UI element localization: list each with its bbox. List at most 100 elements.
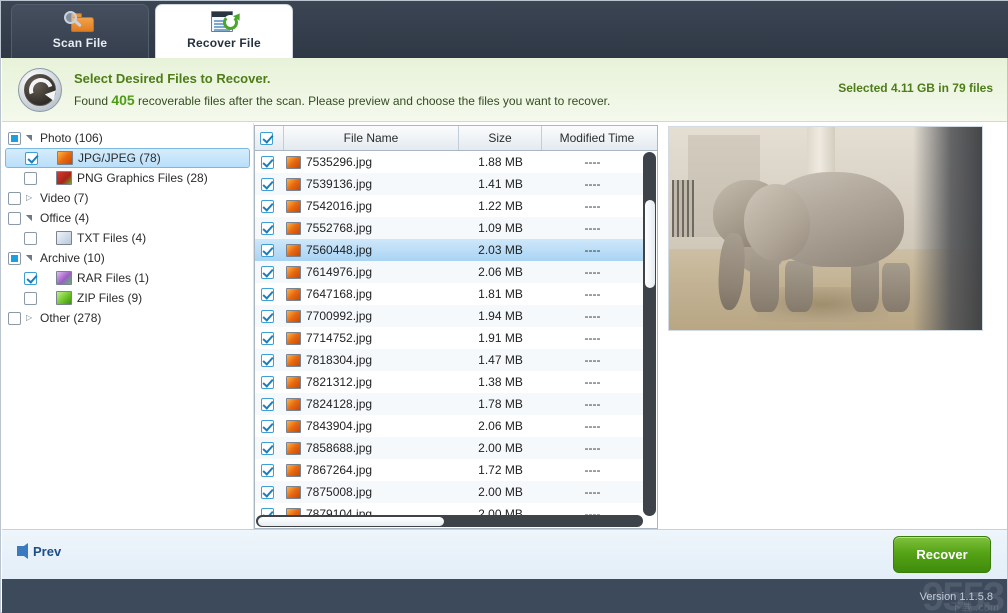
tree-item-archive-10[interactable]: Archive (10) bbox=[2, 248, 253, 268]
tree-item-png-graphics-files-28[interactable]: PNG Graphics Files (28) bbox=[2, 168, 253, 188]
tree-item-checkbox[interactable] bbox=[8, 312, 21, 325]
tree-item-checkbox[interactable] bbox=[8, 212, 21, 225]
row-checkbox[interactable] bbox=[261, 310, 274, 323]
tree-item-office-4[interactable]: Office (4) bbox=[2, 208, 253, 228]
version-label: Version 1.1.5.8 bbox=[920, 591, 993, 603]
horizontal-scrollbar-thumb[interactable] bbox=[258, 517, 444, 526]
row-checkbox-cell[interactable] bbox=[255, 481, 284, 503]
row-checkbox[interactable] bbox=[261, 420, 274, 433]
row-checkbox-cell[interactable] bbox=[255, 349, 284, 371]
file-name-text: 7539136.jpg bbox=[306, 177, 372, 191]
status-bar: 9553 下载 .com Version 1.1.5.8 bbox=[2, 579, 1007, 613]
cell-modified-time: ---- bbox=[542, 327, 643, 349]
table-row[interactable]: 7700992.jpg1.94 MB---- bbox=[255, 305, 643, 327]
row-checkbox-cell[interactable] bbox=[255, 393, 284, 415]
row-checkbox[interactable] bbox=[261, 200, 274, 213]
table-row[interactable]: 7552768.jpg1.09 MB---- bbox=[255, 217, 643, 239]
select-all-header-cell[interactable] bbox=[255, 126, 284, 150]
cell-file-name: 7867264.jpg bbox=[284, 459, 459, 481]
table-row[interactable]: 7824128.jpg1.78 MB---- bbox=[255, 393, 643, 415]
tree-item-checkbox[interactable] bbox=[25, 152, 38, 165]
tab-scan-file[interactable]: Scan File bbox=[11, 4, 149, 58]
chevron-down-icon[interactable] bbox=[26, 214, 37, 222]
row-checkbox-cell[interactable] bbox=[255, 327, 284, 349]
row-checkbox[interactable] bbox=[261, 398, 274, 411]
row-checkbox[interactable] bbox=[261, 288, 274, 301]
row-checkbox-cell[interactable] bbox=[255, 459, 284, 481]
table-row[interactable]: 7542016.jpg1.22 MB---- bbox=[255, 195, 643, 217]
tree-item-video-7[interactable]: Video (7) bbox=[2, 188, 253, 208]
row-checkbox-cell[interactable] bbox=[255, 437, 284, 459]
row-checkbox-cell[interactable] bbox=[255, 415, 284, 437]
row-checkbox-cell[interactable] bbox=[255, 151, 284, 173]
tree-item-other-278[interactable]: Other (278) bbox=[2, 308, 253, 328]
table-row[interactable]: 7539136.jpg1.41 MB---- bbox=[255, 173, 643, 195]
chevron-right-icon[interactable] bbox=[26, 194, 37, 202]
tree-item-checkbox[interactable] bbox=[24, 232, 37, 245]
tree-item-checkbox[interactable] bbox=[8, 132, 21, 145]
row-checkbox[interactable] bbox=[261, 486, 274, 499]
chevron-right-icon[interactable] bbox=[26, 314, 37, 322]
tree-item-zip-files-9[interactable]: ZIP Files (9) bbox=[2, 288, 253, 308]
row-checkbox-cell[interactable] bbox=[255, 283, 284, 305]
row-checkbox-cell[interactable] bbox=[255, 173, 284, 195]
tree-item-checkbox[interactable] bbox=[8, 192, 21, 205]
prev-button[interactable]: Prev bbox=[17, 543, 61, 559]
jpg-file-icon bbox=[286, 486, 301, 499]
table-row[interactable]: 7821312.jpg1.38 MB---- bbox=[255, 371, 643, 393]
scan-folder-icon bbox=[63, 9, 97, 35]
tree-item-photo-106[interactable]: Photo (106) bbox=[2, 128, 253, 148]
select-all-checkbox[interactable] bbox=[260, 132, 273, 145]
table-row[interactable]: 7535296.jpg1.88 MB---- bbox=[255, 151, 643, 173]
column-header-size[interactable]: Size bbox=[459, 126, 542, 150]
cell-file-name: 7843904.jpg bbox=[284, 415, 459, 437]
tree-item-label: TXT Files (4) bbox=[77, 231, 146, 245]
row-checkbox[interactable] bbox=[261, 244, 274, 257]
chevron-down-icon[interactable] bbox=[26, 254, 37, 262]
row-checkbox[interactable] bbox=[261, 156, 274, 169]
tree-item-txt-files-4[interactable]: TXT Files (4) bbox=[2, 228, 253, 248]
preview-image-elephant bbox=[668, 126, 983, 331]
vertical-scrollbar-thumb[interactable] bbox=[645, 200, 655, 288]
tree-item-checkbox[interactable] bbox=[24, 272, 37, 285]
row-checkbox[interactable] bbox=[261, 376, 274, 389]
table-row[interactable]: 7560448.jpg2.03 MB---- bbox=[255, 239, 643, 261]
file-list-rows: 7535296.jpg1.88 MB----7539136.jpg1.41 MB… bbox=[255, 151, 643, 516]
zip-file-icon bbox=[56, 291, 72, 305]
tree-item-rar-files-1[interactable]: RAR Files (1) bbox=[2, 268, 253, 288]
row-checkbox-cell[interactable] bbox=[255, 371, 284, 393]
table-row[interactable]: 7647168.jpg1.81 MB---- bbox=[255, 283, 643, 305]
footer-bar: Prev Recover bbox=[2, 529, 1007, 579]
column-header-modified-time[interactable]: Modified Time bbox=[542, 126, 652, 150]
table-row[interactable]: 7614976.jpg2.06 MB---- bbox=[255, 261, 643, 283]
table-row[interactable]: 7875008.jpg2.00 MB---- bbox=[255, 481, 643, 503]
row-checkbox-cell[interactable] bbox=[255, 305, 284, 327]
tab-recover-file[interactable]: Recover File bbox=[155, 4, 293, 61]
row-checkbox[interactable] bbox=[261, 266, 274, 279]
tree-item-jpg-jpeg-78[interactable]: JPG/JPEG (78) bbox=[5, 148, 250, 168]
recover-button[interactable]: Recover bbox=[893, 536, 991, 573]
row-checkbox[interactable] bbox=[261, 354, 274, 367]
tree-item-checkbox[interactable] bbox=[24, 172, 37, 185]
file-list-horizontal-scrollbar[interactable] bbox=[256, 515, 643, 527]
row-checkbox[interactable] bbox=[261, 222, 274, 235]
row-checkbox-cell[interactable] bbox=[255, 239, 284, 261]
file-list-vertical-scrollbar[interactable] bbox=[643, 152, 656, 516]
tree-item-checkbox[interactable] bbox=[8, 252, 21, 265]
table-row[interactable]: 7843904.jpg2.06 MB---- bbox=[255, 415, 643, 437]
chevron-down-icon[interactable] bbox=[26, 134, 37, 142]
row-checkbox[interactable] bbox=[261, 178, 274, 191]
table-row[interactable]: 7714752.jpg1.91 MB---- bbox=[255, 327, 643, 349]
tree-item-checkbox[interactable] bbox=[24, 292, 37, 305]
row-checkbox-cell[interactable] bbox=[255, 195, 284, 217]
column-header-file-name[interactable]: File Name bbox=[284, 126, 459, 150]
cell-size: 1.22 MB bbox=[459, 195, 542, 217]
row-checkbox-cell[interactable] bbox=[255, 217, 284, 239]
row-checkbox[interactable] bbox=[261, 332, 274, 345]
table-row[interactable]: 7858688.jpg2.00 MB---- bbox=[255, 437, 643, 459]
table-row[interactable]: 7818304.jpg1.47 MB---- bbox=[255, 349, 643, 371]
row-checkbox[interactable] bbox=[261, 464, 274, 477]
row-checkbox-cell[interactable] bbox=[255, 261, 284, 283]
table-row[interactable]: 7867264.jpg1.72 MB---- bbox=[255, 459, 643, 481]
row-checkbox[interactable] bbox=[261, 442, 274, 455]
